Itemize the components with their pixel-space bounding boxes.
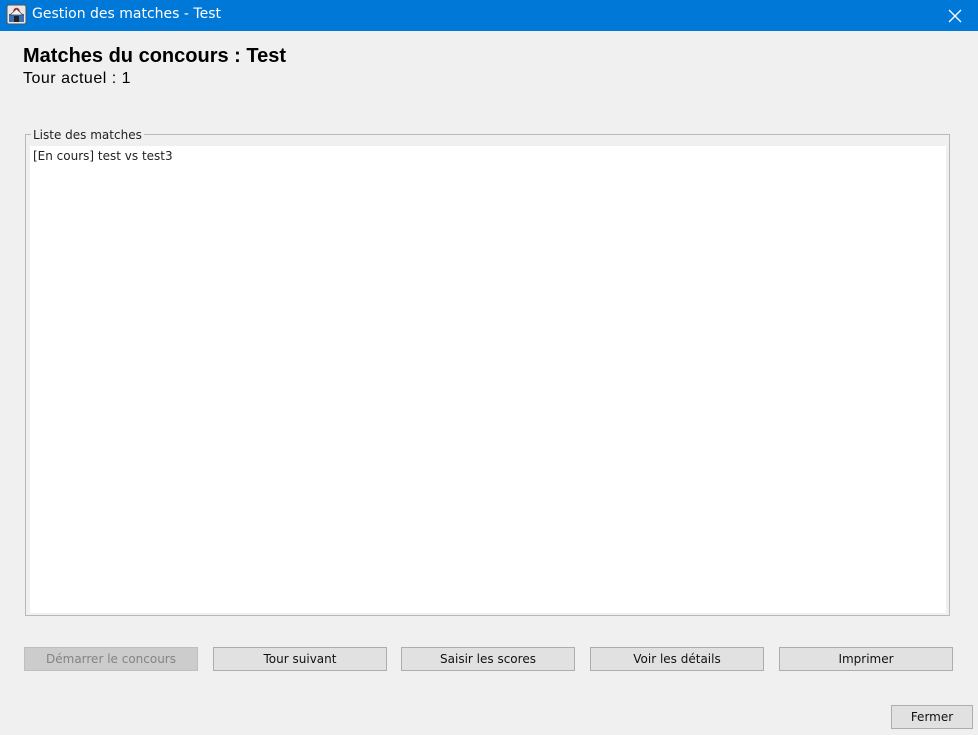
- list-item[interactable]: [En cours] test vs test3: [33, 149, 173, 163]
- current-round-label: Tour actuel : 1: [23, 70, 131, 87]
- next-round-button[interactable]: Tour suivant: [213, 647, 387, 671]
- start-contest-button[interactable]: Démarrer le concours: [24, 647, 198, 671]
- app-icon[interactable]: [6, 4, 27, 25]
- window-title: Gestion des matches - Test: [32, 6, 221, 22]
- view-details-button[interactable]: Voir les détails: [590, 647, 764, 671]
- close-window-button[interactable]: [932, 0, 978, 31]
- page-title: Matches du concours : Test: [23, 45, 287, 67]
- close-icon: [948, 9, 962, 22]
- close-button[interactable]: Fermer: [891, 705, 973, 729]
- match-list-group-label: Liste des matches: [31, 128, 144, 142]
- print-button[interactable]: Imprimer: [779, 647, 953, 671]
- match-list[interactable]: [En cours] test vs test3: [30, 146, 946, 613]
- title-bar: Gestion des matches - Test: [0, 0, 978, 31]
- enter-scores-button[interactable]: Saisir les scores: [401, 647, 575, 671]
